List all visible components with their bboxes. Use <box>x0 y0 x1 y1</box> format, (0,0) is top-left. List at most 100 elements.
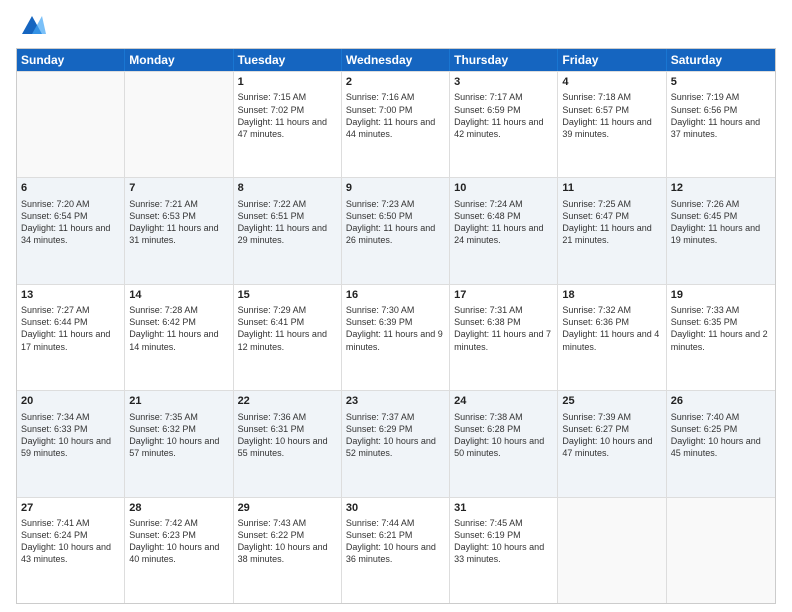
calendar-cell-6: 6 Sunrise: 7:20 AM Sunset: 6:54 PM Daylig… <box>17 178 125 283</box>
cell-day-number: 29 <box>238 501 337 516</box>
cell-day-number: 5 <box>671 75 771 90</box>
cell-day-number: 18 <box>562 288 661 303</box>
cell-sun-info: Sunrise: 7:24 AM Sunset: 6:48 PM Dayligh… <box>454 198 553 247</box>
cell-sun-info: Sunrise: 7:35 AM Sunset: 6:32 PM Dayligh… <box>129 411 228 460</box>
calendar-cell-2: 2Sunrise: 7:16 AM Sunset: 7:00 PM Daylig… <box>342 72 450 177</box>
cell-sun-info: Sunrise: 7:18 AM Sunset: 6:57 PM Dayligh… <box>562 91 661 140</box>
cell-day-number: 26 <box>671 394 771 409</box>
calendar-week-2: 6 Sunrise: 7:20 AM Sunset: 6:54 PM Daylig… <box>17 177 775 283</box>
calendar-cell-empty <box>667 498 775 603</box>
cell-sun-info: Sunrise: 7:20 AM Sunset: 6:54 PM Dayligh… <box>21 198 120 247</box>
calendar-cell-4: 4Sunrise: 7:18 AM Sunset: 6:57 PM Daylig… <box>558 72 666 177</box>
header-day-thursday: Thursday <box>450 49 558 71</box>
cell-sun-info: Sunrise: 7:19 AM Sunset: 6:56 PM Dayligh… <box>671 91 771 140</box>
calendar-cell-22: 22Sunrise: 7:36 AM Sunset: 6:31 PM Dayli… <box>234 391 342 496</box>
calendar: SundayMondayTuesdayWednesdayThursdayFrid… <box>16 48 776 604</box>
cell-sun-info: Sunrise: 7:44 AM Sunset: 6:21 PM Dayligh… <box>346 517 445 566</box>
cell-day-number: 14 <box>129 288 228 303</box>
cell-day-number: 27 <box>21 501 120 516</box>
calendar-cell-13: 13Sunrise: 7:27 AM Sunset: 6:44 PM Dayli… <box>17 285 125 390</box>
cell-day-number: 11 <box>562 181 661 196</box>
cell-sun-info: Sunrise: 7:25 AM Sunset: 6:47 PM Dayligh… <box>562 198 661 247</box>
calendar-cell-30: 30Sunrise: 7:44 AM Sunset: 6:21 PM Dayli… <box>342 498 450 603</box>
cell-day-number: 6 <box>21 181 120 196</box>
cell-day-number: 31 <box>454 501 553 516</box>
calendar-cell-16: 16Sunrise: 7:30 AM Sunset: 6:39 PM Dayli… <box>342 285 450 390</box>
cell-sun-info: Sunrise: 7:31 AM Sunset: 6:38 PM Dayligh… <box>454 304 553 353</box>
cell-sun-info: Sunrise: 7:15 AM Sunset: 7:02 PM Dayligh… <box>238 91 337 140</box>
cell-sun-info: Sunrise: 7:37 AM Sunset: 6:29 PM Dayligh… <box>346 411 445 460</box>
calendar-cell-28: 28Sunrise: 7:42 AM Sunset: 6:23 PM Dayli… <box>125 498 233 603</box>
calendar-week-1: 1Sunrise: 7:15 AM Sunset: 7:02 PM Daylig… <box>17 71 775 177</box>
calendar-cell-12: 12 Sunrise: 7:26 AM Sunset: 6:45 PM Dayli… <box>667 178 775 283</box>
cell-day-number: 17 <box>454 288 553 303</box>
calendar-cell-empty <box>558 498 666 603</box>
calendar-cell-18: 18Sunrise: 7:32 AM Sunset: 6:36 PM Dayli… <box>558 285 666 390</box>
cell-day-number: 8 <box>238 181 337 196</box>
calendar-week-4: 20Sunrise: 7:34 AM Sunset: 6:33 PM Dayli… <box>17 390 775 496</box>
cell-day-number: 3 <box>454 75 553 90</box>
cell-sun-info: Sunrise: 7:36 AM Sunset: 6:31 PM Dayligh… <box>238 411 337 460</box>
cell-sun-info: Sunrise: 7:39 AM Sunset: 6:27 PM Dayligh… <box>562 411 661 460</box>
calendar-cell-27: 27Sunrise: 7:41 AM Sunset: 6:24 PM Dayli… <box>17 498 125 603</box>
cell-sun-info: Sunrise: 7:17 AM Sunset: 6:59 PM Dayligh… <box>454 91 553 140</box>
cell-day-number: 21 <box>129 394 228 409</box>
calendar-cell-3: 3Sunrise: 7:17 AM Sunset: 6:59 PM Daylig… <box>450 72 558 177</box>
calendar-cell-20: 20Sunrise: 7:34 AM Sunset: 6:33 PM Dayli… <box>17 391 125 496</box>
logo <box>16 12 46 40</box>
calendar-cell-11: 11 Sunrise: 7:25 AM Sunset: 6:47 PM Dayli… <box>558 178 666 283</box>
calendar-body: 1Sunrise: 7:15 AM Sunset: 7:02 PM Daylig… <box>17 71 775 603</box>
calendar-cell-25: 25 Sunrise: 7:39 AM Sunset: 6:27 PM Dayli… <box>558 391 666 496</box>
cell-sun-info: Sunrise: 7:42 AM Sunset: 6:23 PM Dayligh… <box>129 517 228 566</box>
calendar-cell-23: 23Sunrise: 7:37 AM Sunset: 6:29 PM Dayli… <box>342 391 450 496</box>
header-day-saturday: Saturday <box>667 49 775 71</box>
header-day-sunday: Sunday <box>17 49 125 71</box>
cell-day-number: 1 <box>238 75 337 90</box>
calendar-cell-9: 9Sunrise: 7:23 AM Sunset: 6:50 PM Daylig… <box>342 178 450 283</box>
cell-day-number: 12 <box>671 181 771 196</box>
logo-icon <box>18 12 46 40</box>
cell-sun-info: Sunrise: 7:27 AM Sunset: 6:44 PM Dayligh… <box>21 304 120 353</box>
cell-sun-info: Sunrise: 7:26 AM Sunset: 6:45 PM Dayligh… <box>671 198 771 247</box>
calendar-cell-empty <box>125 72 233 177</box>
calendar-cell-26: 26 Sunrise: 7:40 AM Sunset: 6:25 PM Dayli… <box>667 391 775 496</box>
cell-sun-info: Sunrise: 7:23 AM Sunset: 6:50 PM Dayligh… <box>346 198 445 247</box>
calendar-cell-8: 8Sunrise: 7:22 AM Sunset: 6:51 PM Daylig… <box>234 178 342 283</box>
header-day-tuesday: Tuesday <box>234 49 342 71</box>
calendar-cell-29: 29Sunrise: 7:43 AM Sunset: 6:22 PM Dayli… <box>234 498 342 603</box>
calendar-cell-10: 10 Sunrise: 7:24 AM Sunset: 6:48 PM Dayli… <box>450 178 558 283</box>
header <box>16 12 776 40</box>
calendar-cell-15: 15Sunrise: 7:29 AM Sunset: 6:41 PM Dayli… <box>234 285 342 390</box>
calendar-cell-empty <box>17 72 125 177</box>
cell-day-number: 28 <box>129 501 228 516</box>
cell-day-number: 10 <box>454 181 553 196</box>
calendar-cell-21: 21 Sunrise: 7:35 AM Sunset: 6:32 PM Dayli… <box>125 391 233 496</box>
cell-sun-info: Sunrise: 7:21 AM Sunset: 6:53 PM Dayligh… <box>129 198 228 247</box>
calendar-cell-24: 24 Sunrise: 7:38 AM Sunset: 6:28 PM Dayli… <box>450 391 558 496</box>
cell-sun-info: Sunrise: 7:43 AM Sunset: 6:22 PM Dayligh… <box>238 517 337 566</box>
page: SundayMondayTuesdayWednesdayThursdayFrid… <box>0 0 792 612</box>
calendar-cell-1: 1Sunrise: 7:15 AM Sunset: 7:02 PM Daylig… <box>234 72 342 177</box>
cell-sun-info: Sunrise: 7:33 AM Sunset: 6:35 PM Dayligh… <box>671 304 771 353</box>
cell-sun-info: Sunrise: 7:40 AM Sunset: 6:25 PM Dayligh… <box>671 411 771 460</box>
calendar-cell-14: 14Sunrise: 7:28 AM Sunset: 6:42 PM Dayli… <box>125 285 233 390</box>
cell-day-number: 19 <box>671 288 771 303</box>
cell-sun-info: Sunrise: 7:41 AM Sunset: 6:24 PM Dayligh… <box>21 517 120 566</box>
header-day-wednesday: Wednesday <box>342 49 450 71</box>
calendar-header-row: SundayMondayTuesdayWednesdayThursdayFrid… <box>17 49 775 71</box>
cell-sun-info: Sunrise: 7:28 AM Sunset: 6:42 PM Dayligh… <box>129 304 228 353</box>
cell-day-number: 13 <box>21 288 120 303</box>
cell-sun-info: Sunrise: 7:29 AM Sunset: 6:41 PM Dayligh… <box>238 304 337 353</box>
cell-day-number: 4 <box>562 75 661 90</box>
cell-sun-info: Sunrise: 7:38 AM Sunset: 6:28 PM Dayligh… <box>454 411 553 460</box>
cell-day-number: 15 <box>238 288 337 303</box>
cell-day-number: 16 <box>346 288 445 303</box>
cell-day-number: 25 <box>562 394 661 409</box>
cell-sun-info: Sunrise: 7:30 AM Sunset: 6:39 PM Dayligh… <box>346 304 445 353</box>
calendar-cell-5: 5Sunrise: 7:19 AM Sunset: 6:56 PM Daylig… <box>667 72 775 177</box>
calendar-cell-19: 19Sunrise: 7:33 AM Sunset: 6:35 PM Dayli… <box>667 285 775 390</box>
cell-day-number: 24 <box>454 394 553 409</box>
header-day-monday: Monday <box>125 49 233 71</box>
cell-sun-info: Sunrise: 7:45 AM Sunset: 6:19 PM Dayligh… <box>454 517 553 566</box>
cell-sun-info: Sunrise: 7:32 AM Sunset: 6:36 PM Dayligh… <box>562 304 661 353</box>
